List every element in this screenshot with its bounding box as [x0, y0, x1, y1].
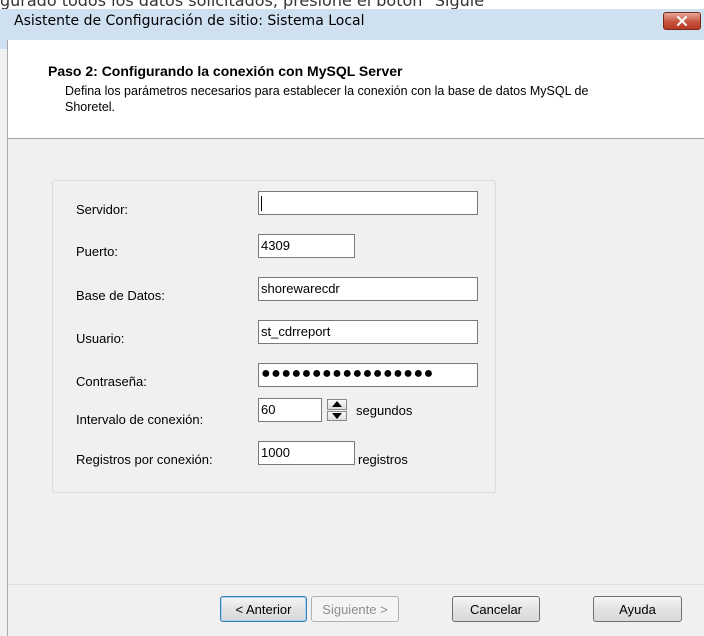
spin-down-button[interactable] — [327, 410, 347, 421]
arrow-down-icon — [332, 412, 342, 419]
step-description: Defina los parámetros necesarios para es… — [65, 84, 589, 114]
usuario-input[interactable]: st_cdrreport — [258, 320, 478, 344]
puerto-input[interactable]: 4309 — [258, 234, 355, 258]
close-icon — [677, 16, 687, 26]
contrasena-label: Contraseña: — [76, 374, 147, 389]
step-title: Paso 2: Configurando la conexión con MyS… — [48, 63, 403, 79]
close-button[interactable] — [663, 12, 701, 30]
siguiente-button[interactable]: Siguiente > — [311, 596, 399, 622]
cancelar-button[interactable]: Cancelar — [452, 596, 540, 622]
usuario-label: Usuario: — [76, 331, 125, 346]
intervalo-stepper[interactable] — [327, 399, 347, 421]
registros-unit: registros — [358, 452, 408, 467]
footer-divider — [8, 584, 704, 585]
base-datos-label: Base de Datos: — [76, 288, 165, 303]
header-panel: Paso 2: Configurando la conexión con MyS… — [8, 40, 704, 139]
ayuda-button[interactable]: Ayuda — [593, 596, 682, 622]
contrasena-input[interactable]: ●●●●●●●●●●●●●●●●● — [258, 363, 478, 387]
text-caret — [261, 196, 262, 211]
intervalo-unit: segundos — [356, 403, 413, 418]
puerto-label: Puerto: — [76, 244, 118, 259]
window-title: Asistente de Configuración de sitio: Sis… — [14, 13, 365, 29]
registros-input[interactable]: 1000 — [258, 441, 355, 465]
registros-label: Registros por conexión: — [76, 452, 213, 467]
intervalo-input[interactable]: 60 — [258, 398, 322, 422]
base-datos-input[interactable]: shorewarecdr — [258, 277, 478, 301]
wizard-window: Asistente de Configuración de sitio: Sis… — [0, 9, 704, 636]
dialog-client-area: Paso 2: Configurando la conexión con MyS… — [7, 40, 704, 636]
servidor-label: Servidor: — [76, 202, 129, 217]
background-caption: gurado todos los datos solicitados, pres… — [0, 0, 704, 9]
intervalo-label: Intervalo de conexión: — [76, 412, 204, 427]
anterior-button[interactable]: < Anterior — [220, 596, 307, 622]
servidor-input[interactable] — [258, 191, 478, 215]
arrow-up-icon — [332, 401, 342, 408]
spin-up-button[interactable] — [327, 399, 347, 410]
